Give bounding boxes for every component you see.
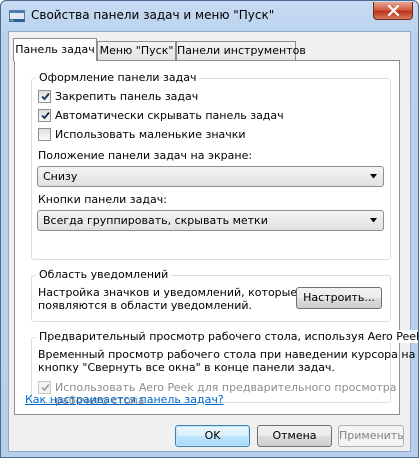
taskbar-buttons-select[interactable]: Всегда группировать, скрывать метки (37, 210, 384, 231)
chevron-down-icon (370, 218, 377, 223)
taskbar-position-select[interactable]: Снизу (37, 166, 384, 187)
cancel-button[interactable]: Отмена (257, 425, 332, 447)
close-button[interactable] (373, 2, 413, 20)
tab-start-menu[interactable]: Меню "Пуск" (97, 41, 176, 60)
appearance-group: Оформление панели задач Закрепить панель… (31, 71, 391, 260)
taskbar-buttons-value: Всегда группировать, скрывать метки (43, 214, 268, 227)
lock-taskbar-option[interactable]: Закрепить панель задач (38, 89, 378, 105)
aero-peek-description-line2: кнопку "Свернуть все окна" в конце панел… (38, 361, 335, 374)
taskbar-position-label: Положение панели задач на экране: (38, 149, 253, 162)
apply-button[interactable]: Применить (338, 425, 404, 447)
chevron-down-icon (370, 174, 377, 179)
autohide-taskbar-label: Автоматически скрывать панель задач (55, 109, 284, 122)
aero-peek-title: Предварительный просмотр рабочего стола,… (36, 330, 418, 343)
tab-strip: Панель задач Меню "Пуск" Панели инструме… (9, 32, 412, 61)
lock-taskbar-label: Закрепить панель задач (55, 90, 199, 103)
close-icon (387, 5, 400, 16)
checkmark-icon (41, 111, 50, 120)
appearance-group-title: Оформление панели задач (36, 71, 200, 84)
notification-description-line2: появляются в области уведомлений. (38, 299, 253, 312)
tab-panel-taskbar: Оформление панели задач Закрепить панель… (14, 60, 418, 415)
taskbar-properties-window: Свойства панели задач и меню "Пуск" Пане… (0, 0, 419, 458)
taskbar-buttons-label: Кнопки панели задач: (38, 193, 167, 206)
autohide-taskbar-option[interactable]: Автоматически скрывать панель задач (38, 108, 378, 124)
tab-toolbars[interactable]: Панели инструментов (176, 41, 306, 60)
small-icons-option[interactable]: Использовать маленькие значки (38, 127, 378, 143)
customize-button[interactable]: Настроить... (296, 287, 382, 309)
tab-taskbar[interactable]: Панель задач (13, 38, 97, 61)
dialog-client-area: Панель задач Меню "Пуск" Панели инструме… (8, 31, 418, 452)
window-title: Свойства панели задач и меню "Пуск" (31, 8, 275, 22)
title-bar[interactable]: Свойства панели задач и меню "Пуск" (1, 1, 418, 31)
notification-area-group: Область уведомлений Настройка значков и … (31, 268, 391, 322)
taskbar-position-value: Снизу (43, 170, 78, 183)
autohide-taskbar-checkbox[interactable] (38, 109, 51, 122)
checkmark-icon (41, 383, 50, 392)
aero-peek-description-line1: Временный просмотр рабочего стола при на… (38, 348, 416, 361)
ok-button[interactable]: OK (175, 425, 250, 447)
notification-area-title: Область уведомлений (36, 268, 172, 281)
small-icons-checkbox[interactable] (38, 128, 51, 141)
taskbar-properties-icon (9, 9, 25, 23)
checkmark-icon (41, 92, 50, 101)
lock-taskbar-checkbox[interactable] (38, 90, 51, 103)
taskbar-help-link[interactable]: Как настраивается панель задач? (25, 393, 224, 406)
notification-description-line1: Настройка значков и уведомлений, которые (38, 286, 298, 299)
small-icons-label: Использовать маленькие значки (55, 128, 246, 141)
